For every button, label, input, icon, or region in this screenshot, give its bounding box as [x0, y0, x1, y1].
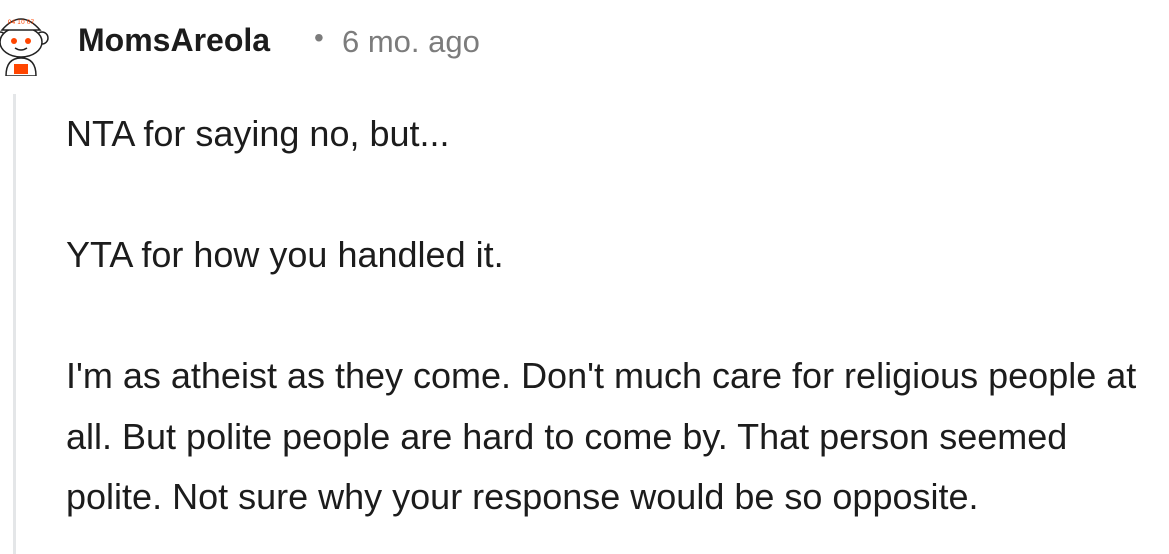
comment-paragraph: YTA for how you handled it.: [66, 234, 504, 275]
thread-collapse-line[interactable]: [13, 94, 16, 554]
snoo-avatar-icon[interactable]: 04 10 07: [0, 6, 54, 77]
author-username[interactable]: MomsAreola: [78, 22, 270, 59]
svg-text:04 10 07: 04 10 07: [8, 19, 35, 26]
comment: 04 10 07 MomsAreola • 6 mo. ago NTA for …: [0, 0, 1169, 554]
comment-timestamp[interactable]: 6 mo. ago: [342, 24, 480, 60]
comment-paragraph: NTA for saying no, but...: [66, 113, 450, 154]
meta-separator: •: [314, 22, 324, 53]
comment-paragraph: I'm as atheist as they come. Don't much …: [66, 355, 1137, 517]
comment-body: NTA for saying no, but... YTA for how yo…: [66, 104, 1161, 528]
